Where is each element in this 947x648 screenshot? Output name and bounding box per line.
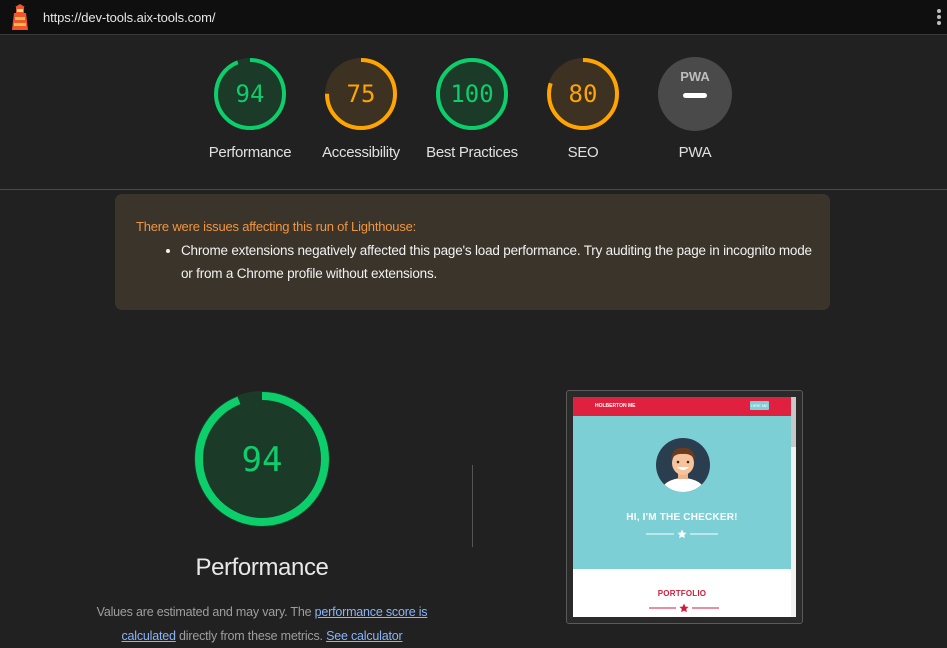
performance-score: 94	[242, 440, 283, 480]
final-screenshot[interactable]: HOLBERTON ME HIRE ME HI, I'M THE CHECKER…	[566, 390, 803, 624]
star-divider-icon	[646, 529, 718, 539]
gauge-best-practices[interactable]: 100 Best Practices	[412, 56, 532, 161]
site-navbar: HOLBERTON ME HIRE ME	[573, 397, 791, 416]
avatar	[656, 438, 710, 492]
gauge-ring: 75	[325, 58, 397, 130]
gauge-performance[interactable]: 94 Performance	[190, 56, 310, 161]
screenshot-viewport: HOLBERTON ME HIRE ME HI, I'M THE CHECKER…	[573, 397, 796, 617]
lighthouse-icon	[12, 4, 28, 30]
gauge-score: 80	[569, 80, 598, 108]
performance-gauge: 94	[194, 391, 330, 527]
star-divider-icon	[649, 603, 719, 613]
gauge-pwa[interactable]: PWA PWA	[635, 56, 755, 161]
pwa-badge-text: PWA	[680, 69, 710, 84]
site-hero-title: HI, I'M THE CHECKER!	[626, 512, 738, 523]
site-nav-button: HIRE ME	[750, 401, 769, 410]
top-bar: https://dev-tools.aix-tools.com/	[0, 0, 947, 35]
warning-list: Chrome extensions negatively affected th…	[161, 239, 821, 285]
kebab-menu-icon[interactable]	[937, 9, 941, 25]
gauge-seo[interactable]: 80 SEO	[523, 56, 643, 161]
gauge-ring: 80	[547, 58, 619, 130]
page-url: https://dev-tools.aix-tools.com/	[43, 10, 216, 25]
note-text: Values are estimated and may vary. The	[96, 605, 315, 619]
gauge-ring: 94	[214, 58, 286, 130]
gauge-score: 100	[450, 80, 493, 108]
site-section-title: PORTFOLIO	[657, 589, 707, 598]
gauge-accessibility[interactable]: 75 Accessibility	[301, 56, 421, 161]
gauge-score: 94	[236, 80, 265, 108]
gauge-ring: 100	[436, 58, 508, 130]
warning-box: There were issues affecting this run of …	[115, 194, 830, 310]
gauge-label: Performance	[208, 144, 292, 161]
warning-title: There were issues affecting this run of …	[136, 219, 417, 234]
gauge-label: Accessibility	[322, 144, 400, 161]
site-brand: HOLBERTON ME	[595, 403, 636, 409]
gauge-label: PWA	[678, 144, 712, 161]
vertical-divider	[472, 465, 473, 547]
performance-title: Performance	[195, 554, 329, 581]
gauge-label: SEO	[567, 144, 599, 161]
gauge-score: 75	[347, 80, 376, 108]
category-gauges: 94 Performance 75 Accessibility 100 Best…	[0, 34, 947, 190]
site-hero: HI, I'M THE CHECKER!	[573, 416, 791, 569]
performance-note: Values are estimated and may vary. The p…	[82, 600, 442, 648]
screenshot-scrollbar	[791, 397, 796, 617]
pwa-badge-icon: PWA	[658, 57, 732, 131]
gauge-label: Best Practices	[426, 144, 518, 161]
see-calculator-link[interactable]: See calculator	[326, 629, 403, 643]
warning-item: Chrome extensions negatively affected th…	[181, 239, 821, 285]
note-text: directly from these metrics.	[175, 629, 327, 643]
